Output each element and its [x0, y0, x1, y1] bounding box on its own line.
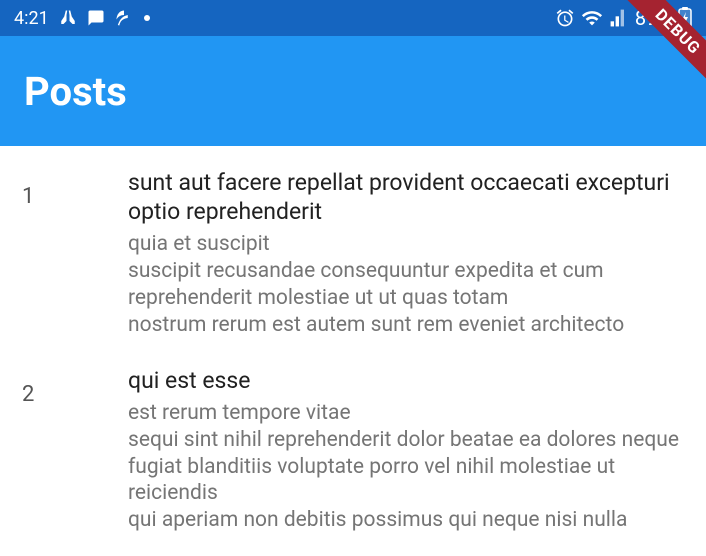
message-icon [87, 9, 105, 27]
post-id: 2 [22, 366, 128, 407]
post-body: est rerum tempore vitae sequi sint nihil… [128, 400, 686, 534]
post-title: sunt aut facere repellat provident occae… [128, 168, 686, 227]
list-item[interactable]: 1 sunt aut facere repellat provident occ… [0, 154, 706, 352]
list-item[interactable]: 2 qui est esse est rerum tempore vitae s… [0, 352, 706, 548]
app-bar: Posts [0, 36, 706, 146]
status-time: 4:21 [14, 8, 49, 29]
status-bar: 4:21 89% [0, 0, 706, 36]
post-id: 1 [22, 168, 128, 209]
post-body: quia et suscipit suscipit recusandae con… [128, 231, 686, 339]
dot-icon [143, 14, 151, 22]
posts-list[interactable]: 1 sunt aut facere repellat provident occ… [0, 146, 706, 556]
page-title: Posts [24, 68, 127, 115]
signal-icon [609, 8, 629, 28]
post-title: qui est esse [128, 366, 686, 395]
alarm-icon [555, 8, 575, 28]
wifi-icon [581, 7, 603, 29]
leaf-icon [115, 9, 133, 27]
praying-hands-icon [59, 9, 77, 27]
